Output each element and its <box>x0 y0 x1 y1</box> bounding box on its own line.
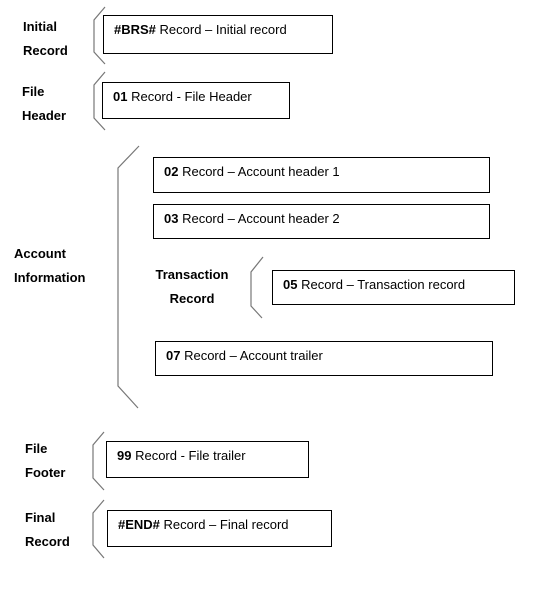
record-text: Record – Initial record <box>155 22 287 37</box>
box-account-header-2: 03 Record – Account header 2 <box>153 204 490 239</box>
box-final-record: #END# Record – Final record <box>107 510 332 547</box>
bracket-transaction <box>250 256 264 319</box>
record-code: 07 <box>166 348 181 363</box>
record-code: 05 <box>283 277 298 292</box>
bracket-file-footer <box>92 431 105 491</box>
label-file-footer: File Footer <box>25 437 65 485</box>
record-structure-diagram: Initial Record #BRS# Record – Initial re… <box>0 0 540 596</box>
record-text: Record – Transaction record <box>297 277 466 292</box>
label-line: Final <box>25 510 56 525</box>
bracket-account <box>117 145 140 409</box>
label-line: Footer <box>25 465 66 480</box>
record-code: 99 <box>117 448 132 463</box>
label-line: File <box>25 441 48 456</box>
label-line: Account <box>14 246 66 261</box>
label-line: Header <box>22 108 67 123</box>
record-code: #END# <box>118 517 160 532</box>
box-transaction-record: 05 Record – Transaction record <box>272 270 515 305</box>
box-file-header: 01 Record - File Header <box>102 82 290 119</box>
label-line: Transaction <box>155 267 229 282</box>
label-file-header: File Header <box>22 80 66 128</box>
label-line: Record <box>169 291 215 306</box>
record-text: Record – Account header 1 <box>178 164 340 179</box>
record-text: Record - File trailer <box>131 448 246 463</box>
record-code: 02 <box>164 164 179 179</box>
box-file-footer: 99 Record - File trailer <box>106 441 309 478</box>
box-account-trailer: 07 Record – Account trailer <box>155 341 493 376</box>
label-line: Record <box>25 534 70 549</box>
box-initial-record: #BRS# Record – Initial record <box>103 15 333 54</box>
label-account-information: Account Information <box>14 242 86 290</box>
record-text: Record – Account header 2 <box>178 211 340 226</box>
record-text: Record - File Header <box>127 89 252 104</box>
record-text: Record – Final record <box>159 517 289 532</box>
label-transaction-record: Transaction Record <box>154 263 230 311</box>
label-initial-record: Initial Record <box>23 15 68 63</box>
bracket-final <box>92 499 105 559</box>
label-final-record: Final Record <box>25 506 70 554</box>
record-code: #BRS# <box>114 22 156 37</box>
record-text: Record – Account trailer <box>180 348 323 363</box>
record-code: 03 <box>164 211 179 226</box>
label-line: Information <box>14 270 86 285</box>
label-line: Record <box>23 43 68 58</box>
label-line: Initial <box>23 19 57 34</box>
record-code: 01 <box>113 89 128 104</box>
box-account-header-1: 02 Record – Account header 1 <box>153 157 490 193</box>
label-line: File <box>22 84 45 99</box>
